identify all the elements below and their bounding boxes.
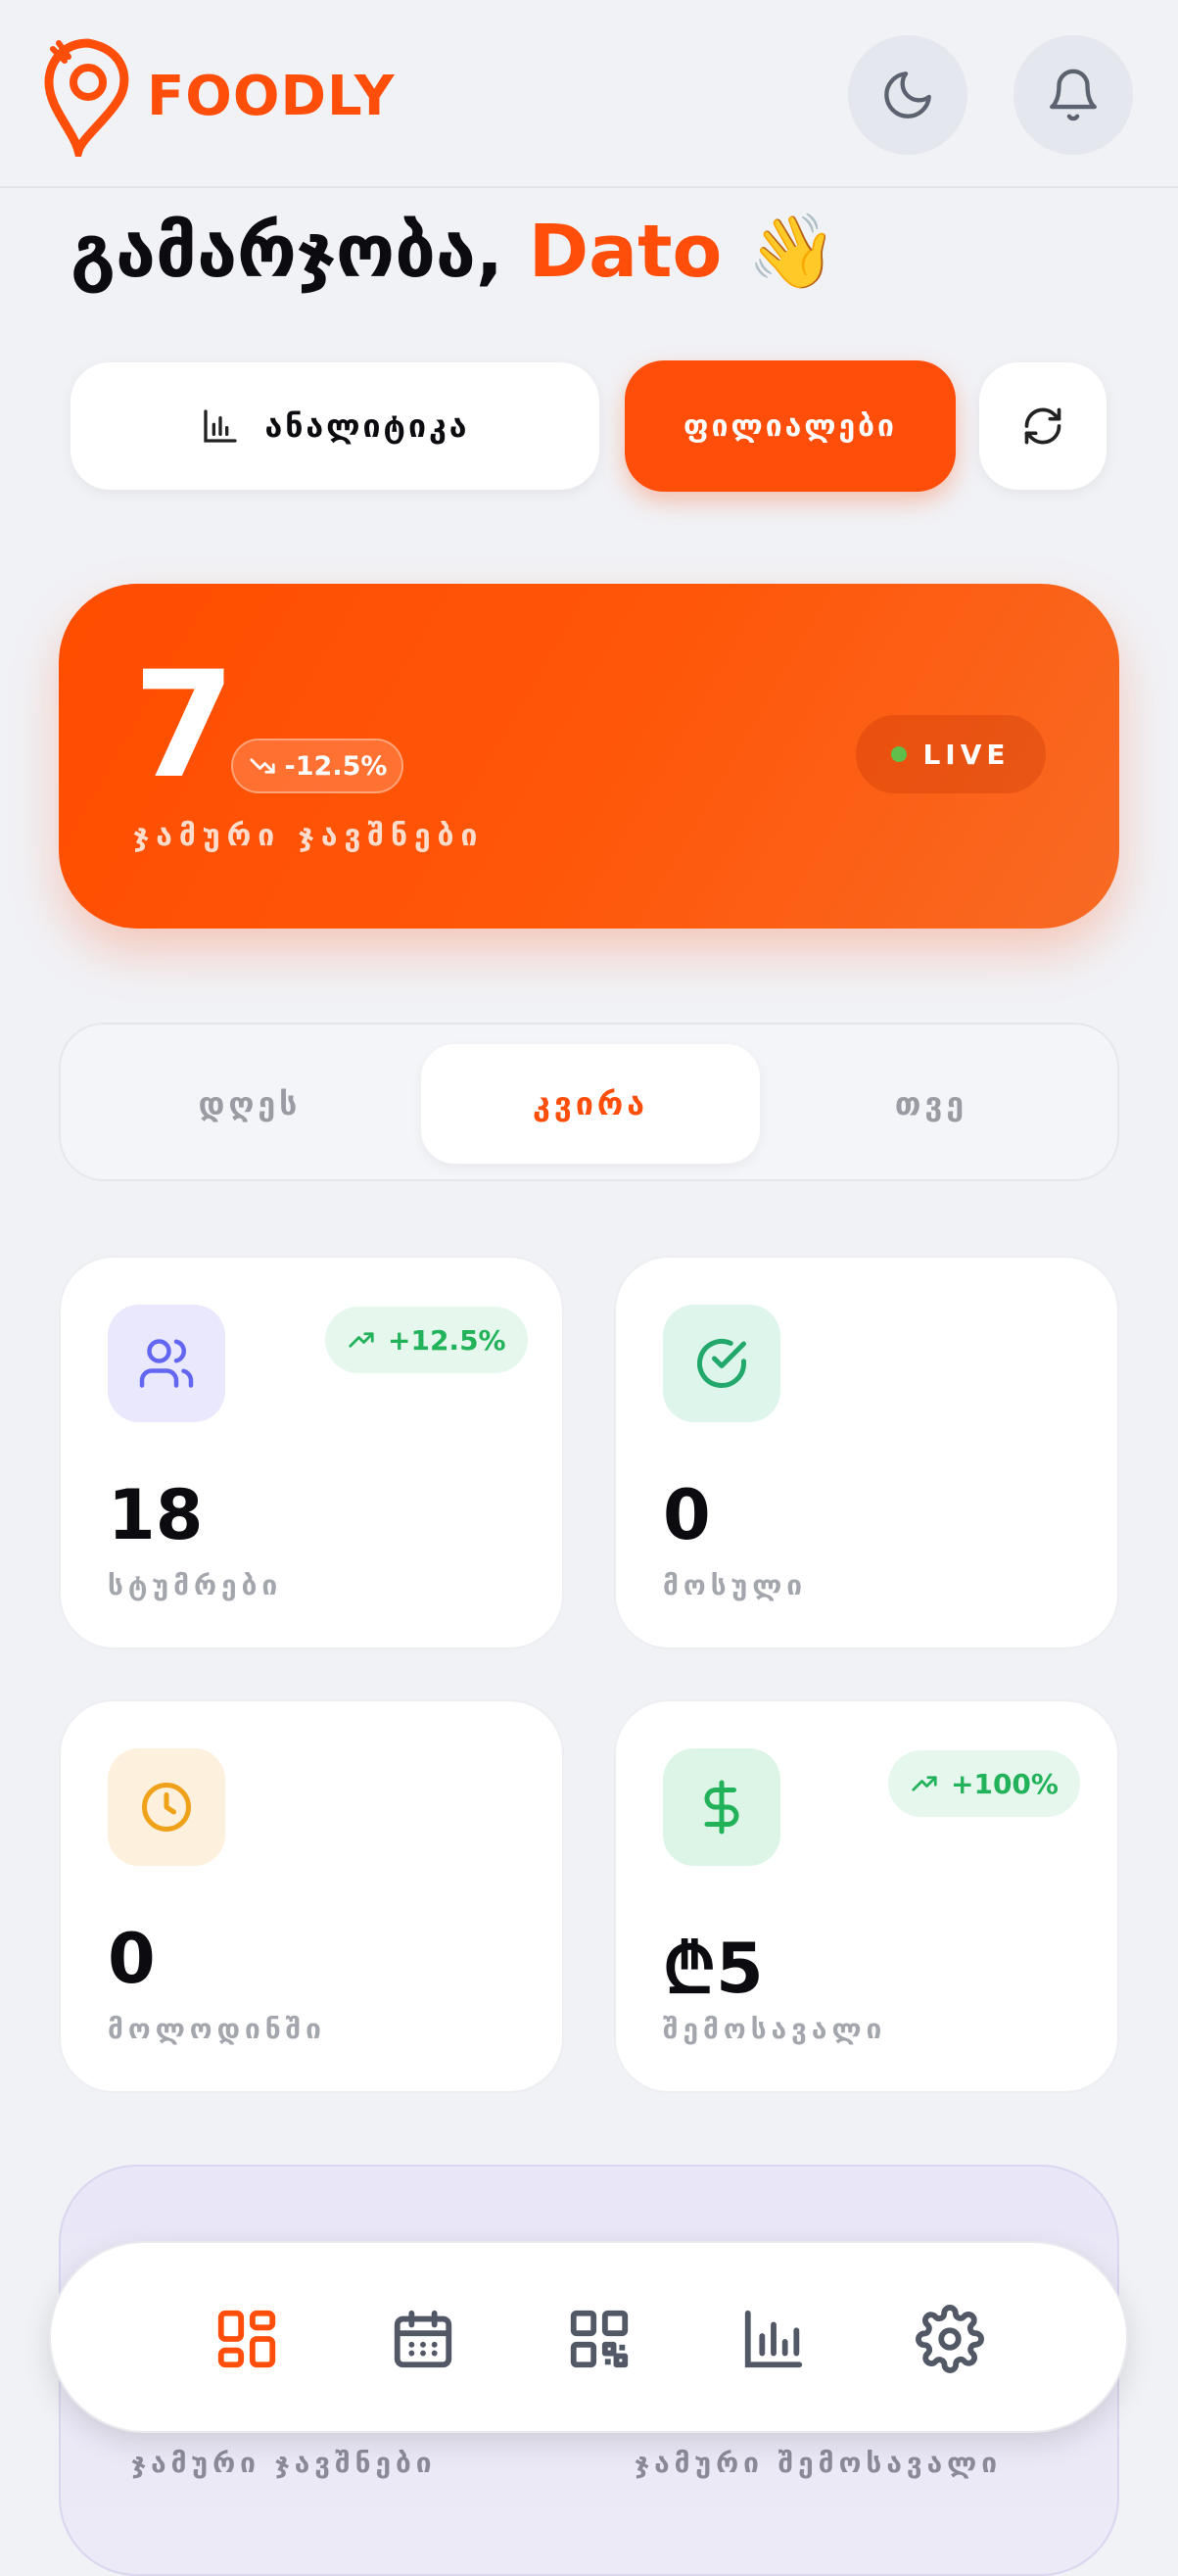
period-selector: დღეს კვირა თვე [59,1023,1119,1181]
settings-icon [916,2305,984,2373]
stat-card-revenue[interactable]: +100% ₾5 შემოსავალი [614,1699,1119,2093]
trend-up-icon [349,1332,374,1348]
moon-icon [884,72,931,119]
trend-up-icon [912,1776,937,1791]
live-dot-icon [891,746,908,762]
dashboard-icon [217,2310,276,2368]
greeting-heading: გამარჯობა, Dato 👋 [71,210,837,295]
waiting-value: 0 [108,1919,156,1999]
revenue-trend-badge: +100% [888,1750,1080,1817]
stat-card-waiting[interactable]: 0 მოლოდინში [59,1699,564,2093]
refresh-button[interactable] [979,362,1107,490]
total-bookings-label: ჯამური ჯავშნები [133,819,485,853]
location-pin-icon [44,38,129,157]
trend-down-icon [249,758,275,774]
nav-dashboard[interactable] [208,2300,286,2378]
calendar-icon [394,2310,452,2368]
summary-revenue-label: ჯამური შემოსავალი [635,2447,1002,2479]
live-badge: LIVE [856,715,1046,793]
waiting-label: მოლოდინში [108,2013,326,2045]
bar-chart-icon [203,409,237,443]
revenue-icon-box [663,1748,780,1866]
guests-label: სტუმრები [108,1569,283,1601]
nav-settings[interactable] [911,2300,989,2378]
total-bookings-card: 7 -12.5% ჯამური ჯავშნები LIVE [59,584,1119,929]
bookings-change-text: -12.5% [284,750,388,782]
guests-icon-box [108,1305,225,1422]
tab-today[interactable]: დღეს [80,1044,419,1164]
users-icon [139,1339,194,1388]
revenue-value: ₾5 [663,1929,764,2009]
refresh-icon [1024,407,1061,445]
clock-icon [142,1783,191,1832]
waiting-icon-box [108,1748,225,1866]
nav-qr[interactable] [560,2300,638,2378]
notifications-button[interactable] [1013,35,1133,155]
bookings-change-badge: -12.5% [231,739,403,793]
stat-card-arrived[interactable]: 0 მოსული [614,1256,1119,1649]
revenue-label: შემოსავალი [663,2013,887,2045]
nav-calendar[interactable] [384,2300,462,2378]
theme-toggle-button[interactable] [848,35,967,155]
live-text: LIVE [922,738,1011,771]
branches-label: ფილიალები [683,408,897,444]
guests-trend-badge: +12.5% [325,1307,528,1373]
dollar-icon [704,1780,739,1835]
arrived-icon-box [663,1305,780,1422]
analytics-button[interactable]: ანალიტიკა [71,362,599,490]
summary-bookings-label: ჯამური ჯავშნები [131,2447,437,2479]
arrived-label: მოსული [663,1569,808,1601]
brand-logo[interactable]: FOODLY [43,35,395,157]
total-bookings-value: 7 [133,641,236,811]
chart-icon [744,2310,803,2368]
user-name: Dato [528,210,723,294]
branches-button[interactable]: ფილიალები [625,360,956,492]
wave-emoji: 👋 [747,210,838,294]
greeting-text: გამარჯობა, [71,210,503,294]
revenue-trend-text: +100% [951,1767,1059,1800]
bell-icon [1050,69,1097,121]
arrived-value: 0 [663,1475,711,1555]
guests-trend-text: +12.5% [388,1323,506,1357]
qr-icon [570,2310,629,2368]
check-circle-icon [697,1339,746,1388]
analytics-label: ანალიტიკა [264,407,470,445]
guests-value: 18 [108,1475,204,1555]
brand-name: FOODLY [147,64,396,128]
nav-analytics[interactable] [734,2300,813,2378]
stat-card-guests[interactable]: +12.5% 18 სტუმრები [59,1256,564,1649]
bottom-nav [49,2241,1128,2433]
tab-week[interactable]: კვირა [421,1044,760,1164]
tab-month[interactable]: თვე [762,1044,1101,1164]
